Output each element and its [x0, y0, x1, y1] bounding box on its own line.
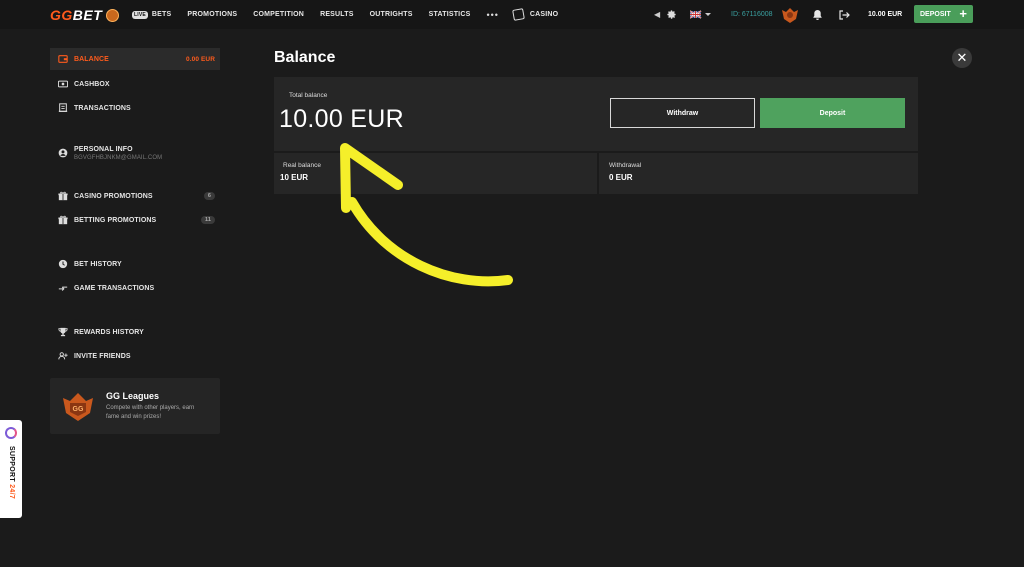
total-balance-value: 10.00 EUR: [279, 105, 404, 133]
clock-icon: [58, 259, 68, 269]
add-user-icon: [58, 352, 68, 360]
sidebar-item-rewards-history[interactable]: REWARDS HISTORY: [50, 321, 220, 343]
header-deposit-button[interactable]: DEPOSIT +: [914, 5, 973, 23]
real-balance-value: 10 EUR: [280, 173, 309, 182]
sidebar-item-label: BALANCE: [74, 55, 109, 63]
sidebar-item-bet-history[interactable]: BET HISTORY: [50, 253, 220, 275]
avatar[interactable]: [780, 0, 800, 29]
nav-promotions-label: PROMOTIONS: [187, 11, 238, 18]
collapse-arrow-icon[interactable]: ◀: [654, 0, 660, 29]
sidebar-item-cashbox[interactable]: CASHBOX: [50, 73, 220, 95]
gift-icon: [58, 215, 68, 225]
support-tab[interactable]: SUPPORT 24/7: [0, 420, 22, 518]
sidebar-item-label: CASINO PROMOTIONS: [74, 192, 153, 200]
gg-leagues-description: Compete with other players, earn fame an…: [106, 405, 195, 420]
sidebar-item-personal-info[interactable]: PERSONAL INFO BGVGFHBJNKM@GMAIL.COM: [50, 138, 220, 168]
sidebar-item-label: BET HISTORY: [74, 260, 122, 268]
nav-statistics[interactable]: STATISTICS: [429, 11, 471, 18]
close-button[interactable]: ✕: [952, 48, 972, 68]
page-title: Balance: [274, 49, 336, 66]
more-menu-icon[interactable]: •••: [486, 10, 498, 20]
wallet-icon: [58, 55, 68, 63]
count-badge: 6: [203, 192, 215, 200]
logo-gg: GG: [50, 7, 73, 23]
support-logo-icon: [5, 427, 17, 439]
nav-competition-label: COMPETITION: [253, 11, 305, 18]
withdraw-label: Withdraw: [666, 109, 699, 117]
gear-icon[interactable]: [666, 0, 677, 29]
logo-bet: BET: [72, 7, 103, 23]
nav-outrights-label: OUTRIGHTS: [369, 11, 413, 18]
sidebar-item-invite-friends[interactable]: INVITE FRIENDS: [50, 345, 220, 367]
cash-icon: [58, 80, 68, 88]
withdrawal-card: Withdrawal 0 EUR: [599, 153, 918, 194]
gift-icon: [58, 191, 68, 201]
user-icon: [58, 148, 68, 158]
nav-bets-label: BETS: [151, 11, 172, 18]
plus-icon: +: [959, 6, 967, 21]
real-balance-label: Real balance: [283, 162, 321, 169]
user-id: ID: 67116008: [731, 11, 773, 18]
gg-leagues-banner[interactable]: GG GG Leagues Compete with other players…: [50, 378, 220, 434]
gg-leagues-badge-icon: GG: [63, 393, 93, 421]
top-navbar: GGBET LIVE BETS PROMOTIONS COMPETITION R…: [0, 0, 1024, 29]
nav-statistics-label: STATISTICS: [428, 11, 471, 18]
header-deposit-label: DEPOSIT: [920, 10, 951, 18]
nav-bets[interactable]: LIVE BETS: [132, 10, 172, 19]
nav-results[interactable]: RESULTS: [320, 11, 354, 18]
language-flag-icon[interactable]: [690, 0, 712, 29]
swap-icon: [58, 286, 68, 291]
live-badge: LIVE: [132, 10, 148, 19]
sidebar-balance-value: 0.00 EUR: [186, 55, 215, 63]
support-text: SUPPORT: [8, 446, 15, 482]
withdrawal-value: 0 EUR: [609, 173, 633, 182]
gg-leagues-title: GG Leagues: [106, 391, 160, 401]
support-hours: 24/7: [8, 484, 15, 500]
support-label: SUPPORT 24/7: [8, 446, 15, 499]
count-badge: 11: [200, 216, 215, 224]
sidebar-item-label: BETTING PROMOTIONS: [74, 216, 157, 224]
receipt-icon: [58, 103, 68, 112]
withdraw-button[interactable]: Withdraw: [610, 98, 755, 128]
sidebar-item-betting-promotions[interactable]: BETTING PROMOTIONS 11: [50, 209, 220, 231]
sidebar-item-transactions[interactable]: TRANSACTIONS: [50, 97, 220, 119]
sidebar-item-label: PERSONAL INFO: [74, 145, 133, 153]
trophy-icon: [58, 327, 68, 337]
nav-results-label: RESULTS: [320, 11, 354, 18]
annotation-arrow-icon: [340, 143, 513, 287]
logo-badge-icon: [106, 8, 120, 22]
nav-outrights[interactable]: OUTRIGHTS: [370, 11, 413, 18]
logout-icon[interactable]: [838, 0, 850, 29]
sidebar-item-balance[interactable]: BALANCE 0.00 EUR: [50, 48, 220, 70]
svg-text:GG: GG: [73, 406, 84, 413]
total-balance-label: Total balance: [289, 92, 328, 99]
sidebar-item-label: REWARDS HISTORY: [74, 328, 144, 336]
bell-icon[interactable]: [812, 0, 823, 29]
deposit-button[interactable]: Deposit: [760, 98, 905, 128]
nav-casino[interactable]: CASINO: [512, 8, 559, 21]
nav-promotions[interactable]: PROMOTIONS: [187, 11, 237, 18]
sidebar-item-label: GAME TRANSACTIONS: [74, 284, 155, 292]
main-nav: LIVE BETS PROMOTIONS COMPETITION RESULTS…: [132, 0, 574, 29]
nav-competition[interactable]: COMPETITION: [253, 11, 304, 18]
deposit-label: Deposit: [819, 109, 846, 117]
ggbet-logo[interactable]: GGBET: [50, 7, 120, 23]
withdrawal-label: Withdrawal: [609, 162, 642, 169]
nav-casino-label: CASINO: [529, 11, 559, 18]
sidebar-item-label: INVITE FRIENDS: [74, 352, 131, 360]
sidebar-item-label: CASHBOX: [74, 80, 110, 88]
cards-icon: [512, 8, 525, 21]
sidebar-item-label: TRANSACTIONS: [74, 104, 131, 112]
user-email: BGVGFHBJNKM@GMAIL.COM: [74, 154, 163, 161]
header-balance: 10.00 EUR: [868, 11, 903, 18]
sidebar-item-casino-promotions[interactable]: CASINO PROMOTIONS 6: [50, 185, 220, 207]
sidebar-item-game-transactions[interactable]: GAME TRANSACTIONS: [50, 277, 220, 299]
